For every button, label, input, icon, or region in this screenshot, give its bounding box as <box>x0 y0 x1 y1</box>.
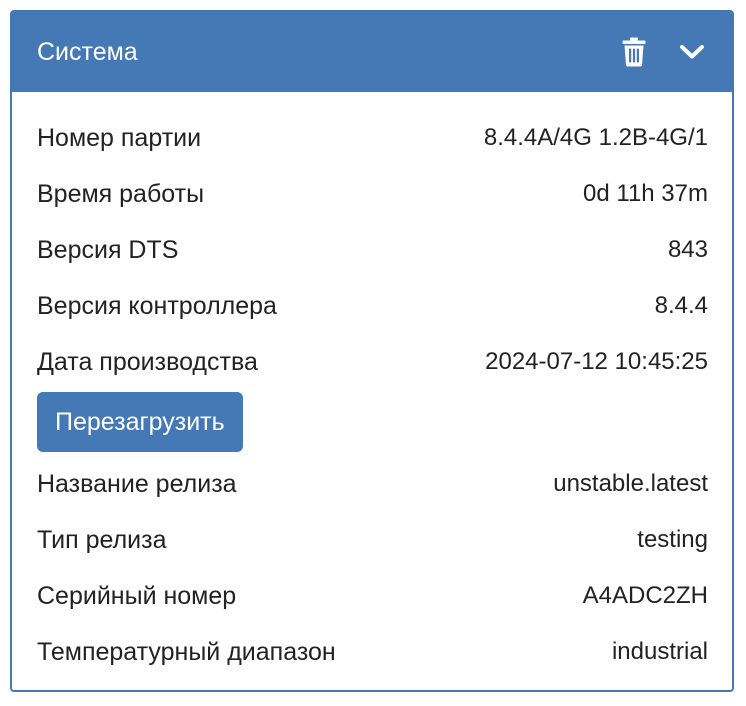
info-row-serial-number: Серийный номер A4ADC2ZH <box>37 568 708 624</box>
info-row-production-date: Дата производства 2024-07-12 10:45:25 <box>37 334 708 390</box>
row-label: Название релиза <box>37 469 237 498</box>
info-row-release-type: Тип релиза testing <box>37 512 708 568</box>
panel-title: Система <box>37 37 138 66</box>
row-label: Тип релиза <box>37 525 167 554</box>
row-value: 8.4.4A/4G 1.2B-4G/1 <box>483 124 708 151</box>
row-value: industrial <box>611 638 708 665</box>
chevron-down-icon[interactable] <box>676 34 708 70</box>
info-row-release-name: Название релиза unstable.latest <box>37 456 708 512</box>
row-value: 2024-07-12 10:45:25 <box>485 348 708 375</box>
info-row-batch-number: Номер партии 8.4.4A/4G 1.2B-4G/1 <box>37 110 708 166</box>
info-row-dts-version: Версия DTS 843 <box>37 222 708 278</box>
row-value: 0d 11h 37m <box>583 180 708 207</box>
row-label: Версия DTS <box>37 235 179 264</box>
row-label: Температурный диапазон <box>37 637 336 666</box>
trash-icon[interactable] <box>618 34 650 70</box>
row-value: testing <box>637 526 708 553</box>
system-panel: Система Номер партии 8.4.4A/4G 1.2B-4G/1… <box>10 10 734 692</box>
row-label: Серийный номер <box>37 581 237 610</box>
row-label: Дата производства <box>37 347 258 376</box>
row-label: Номер партии <box>37 123 202 152</box>
info-row-temperature-range: Температурный диапазон industrial <box>37 624 708 680</box>
row-label: Версия контроллера <box>37 291 277 320</box>
panel-body: Номер партии 8.4.4A/4G 1.2B-4G/1 Время р… <box>12 92 732 680</box>
row-label: Время работы <box>37 179 205 208</box>
info-row-controller-version: Версия контроллера 8.4.4 <box>37 278 708 334</box>
row-value: A4ADC2ZH <box>582 582 708 609</box>
header-actions <box>618 34 708 70</box>
panel-header: Система <box>12 12 732 92</box>
row-value: 843 <box>667 236 708 263</box>
row-value: 8.4.4 <box>654 292 708 319</box>
reboot-button[interactable]: Перезагрузить <box>37 392 243 452</box>
reboot-button-row: Перезагрузить <box>37 390 708 456</box>
info-row-uptime: Время работы 0d 11h 37m <box>37 166 708 222</box>
row-value: unstable.latest <box>553 470 708 497</box>
